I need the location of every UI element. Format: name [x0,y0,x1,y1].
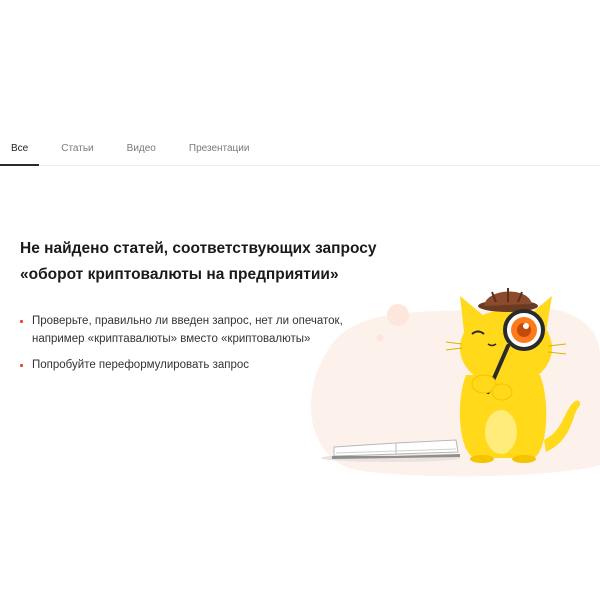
cat-belly [485,410,517,454]
search-tip-line2: например «криптавалюты» вместо «криптова… [32,333,311,345]
decor-circle-small [376,334,384,342]
tab-all[interactable]: Все [0,131,40,166]
empty-state-title-line2: «оборот криптовалюты на предприятии» [20,266,339,283]
tab-presentations-label: Презентации [188,142,250,154]
detective-cat-illustration [310,288,600,477]
tab-video-label: Видео [126,142,156,154]
tab-video[interactable]: Видео [116,131,167,165]
tab-all-label: Все [11,142,29,154]
tab-articles[interactable]: Статьи [50,131,104,165]
empty-state-title-line1: Не найдено статей, соответствующих запро… [20,240,377,257]
detective-hat-icon [478,288,538,312]
search-tip-line1: Попробуйте переформулировать запрос [32,359,250,371]
decor-circle [387,304,409,326]
search-result-tabs: Все Статьи Видео Презентации [0,131,600,166]
tab-presentations[interactable]: Презентации [178,131,261,165]
cat-paw [491,383,513,401]
tab-articles-label: Статьи [61,142,94,154]
